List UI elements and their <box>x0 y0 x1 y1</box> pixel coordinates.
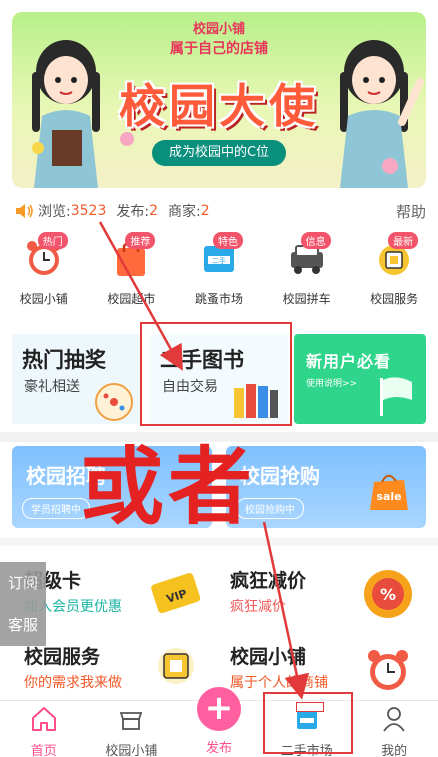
merchants-label: 商家: <box>168 204 201 220</box>
prize-wheel-icon <box>95 383 133 421</box>
category-campus-supermarket[interactable]: 推荐 校园超市 <box>88 232 176 314</box>
category-label: 跳蚤市场 <box>194 292 243 306</box>
posts-count: 2 <box>149 203 158 219</box>
promo-new-user-guide[interactable]: 新用户必看 使用说明>> <box>294 334 426 424</box>
category-carpool[interactable]: 信息 校园拼车 <box>263 232 351 314</box>
category-label: 校园拼车 <box>282 292 331 306</box>
app-screen: 校园小铺 属于自己的店铺 校园大使 成为校园中的C位 浏览: 3523 发布: … <box>0 0 438 757</box>
service-box-icon <box>158 648 194 684</box>
banner-brand: 校园小铺 <box>192 22 245 37</box>
flower-decoration <box>32 142 44 154</box>
annotation-box-used-books <box>140 322 292 426</box>
promo-lottery[interactable]: 热门抽奖 豪礼相送 <box>12 334 140 424</box>
tab-label: 发布 <box>205 741 232 756</box>
feature-title: 校园小铺 <box>230 646 307 668</box>
category-grid: 热门 校园小铺 推荐 校园超市 特色 二手 跳蚤市场 信息 校园拼车 最新 校园… <box>0 232 438 314</box>
help-link[interactable]: 帮助 <box>396 201 426 222</box>
flag-icon <box>380 377 412 416</box>
feature-subtitle: 你的需求我来做 <box>24 675 122 691</box>
tab-label: 我的 <box>381 744 408 757</box>
subscribe-side-tab[interactable]: 订阅 <box>0 562 46 604</box>
category-label: 校园小铺 <box>19 292 68 306</box>
category-label: 校园服务 <box>370 292 419 306</box>
feature-crazy-discount[interactable]: 疯狂减价 疯狂减价 % <box>220 566 426 636</box>
hero-banner[interactable]: 校园小铺 属于自己的店铺 校园大使 成为校园中的C位 <box>12 12 426 188</box>
promo-title: 热门抽奖 <box>22 348 106 372</box>
user-icon <box>383 707 405 732</box>
promo-title: 新用户必看 <box>306 352 392 371</box>
tab-home[interactable]: 首页 <box>0 701 88 757</box>
views-count: 3523 <box>70 203 107 219</box>
bottom-tab-bar: 首页 校园小铺 + 发布 二手市场 我的 <box>0 687 438 757</box>
merchants-count: 2 <box>200 203 210 219</box>
feature-subtitle: 属于个人的商铺 <box>230 675 328 691</box>
promo-subtitle: 使用说明>> <box>306 379 358 389</box>
sale-tag-text: sale <box>376 490 401 503</box>
alarm-clock-icon <box>368 650 408 690</box>
flower-decoration <box>382 158 398 174</box>
annotation-text-or: 或者 <box>80 437 257 536</box>
tab-label: 校园小铺 <box>105 744 158 757</box>
speaker-icon <box>16 204 33 218</box>
customer-service-side-tab[interactable]: 客服 <box>0 604 46 646</box>
category-campus-shop[interactable]: 热门 校园小铺 <box>0 232 88 314</box>
posts-label: 发布: <box>116 204 150 220</box>
category-badge: 热门 <box>37 232 68 249</box>
category-label: 校园超市 <box>107 292 156 306</box>
annotation-box-market-icon <box>296 702 324 712</box>
category-badge: 最新 <box>388 232 419 249</box>
feature-title: 疯狂减价 <box>230 570 307 592</box>
tab-label: 首页 <box>30 744 57 757</box>
svg-text:二手: 二手 <box>212 256 226 265</box>
discount-badge-icon: % <box>364 570 412 618</box>
tab-campus-shop[interactable]: 校园小铺 <box>88 701 176 757</box>
shop-icon <box>120 712 143 730</box>
feature-title: 校园服务 <box>24 646 101 668</box>
sale-bag-icon: sale <box>370 474 408 510</box>
vip-card-icon: VIP <box>151 573 201 614</box>
tab-mine[interactable]: 我的 <box>350 701 438 757</box>
publish-plus-icon[interactable]: + <box>196 687 241 731</box>
views-label: 浏览: <box>38 204 71 220</box>
category-badge: 特色 <box>212 232 243 249</box>
banner-cta-button[interactable]: 成为校园中的C位 <box>152 140 286 166</box>
category-campus-service[interactable]: 最新 校园服务 <box>350 232 438 314</box>
stats-row: 浏览: 3523 发布: 2 商家: 2 帮助 <box>14 199 426 223</box>
home-icon <box>31 707 56 731</box>
banner-slogan: 属于自己的店铺 <box>170 41 268 57</box>
category-badge: 推荐 <box>125 232 156 249</box>
category-badge: 信息 <box>300 232 331 249</box>
banner-title: 校园大使 <box>119 79 319 133</box>
feature-subtitle: 疯狂减价 <box>230 599 286 615</box>
svg-text:%: % <box>380 585 396 604</box>
tab-publish[interactable]: + 发布 <box>175 687 263 757</box>
category-flea-market[interactable]: 特色 二手 跳蚤市场 <box>175 232 263 314</box>
promo-subtitle: 豪礼相送 <box>24 379 80 395</box>
